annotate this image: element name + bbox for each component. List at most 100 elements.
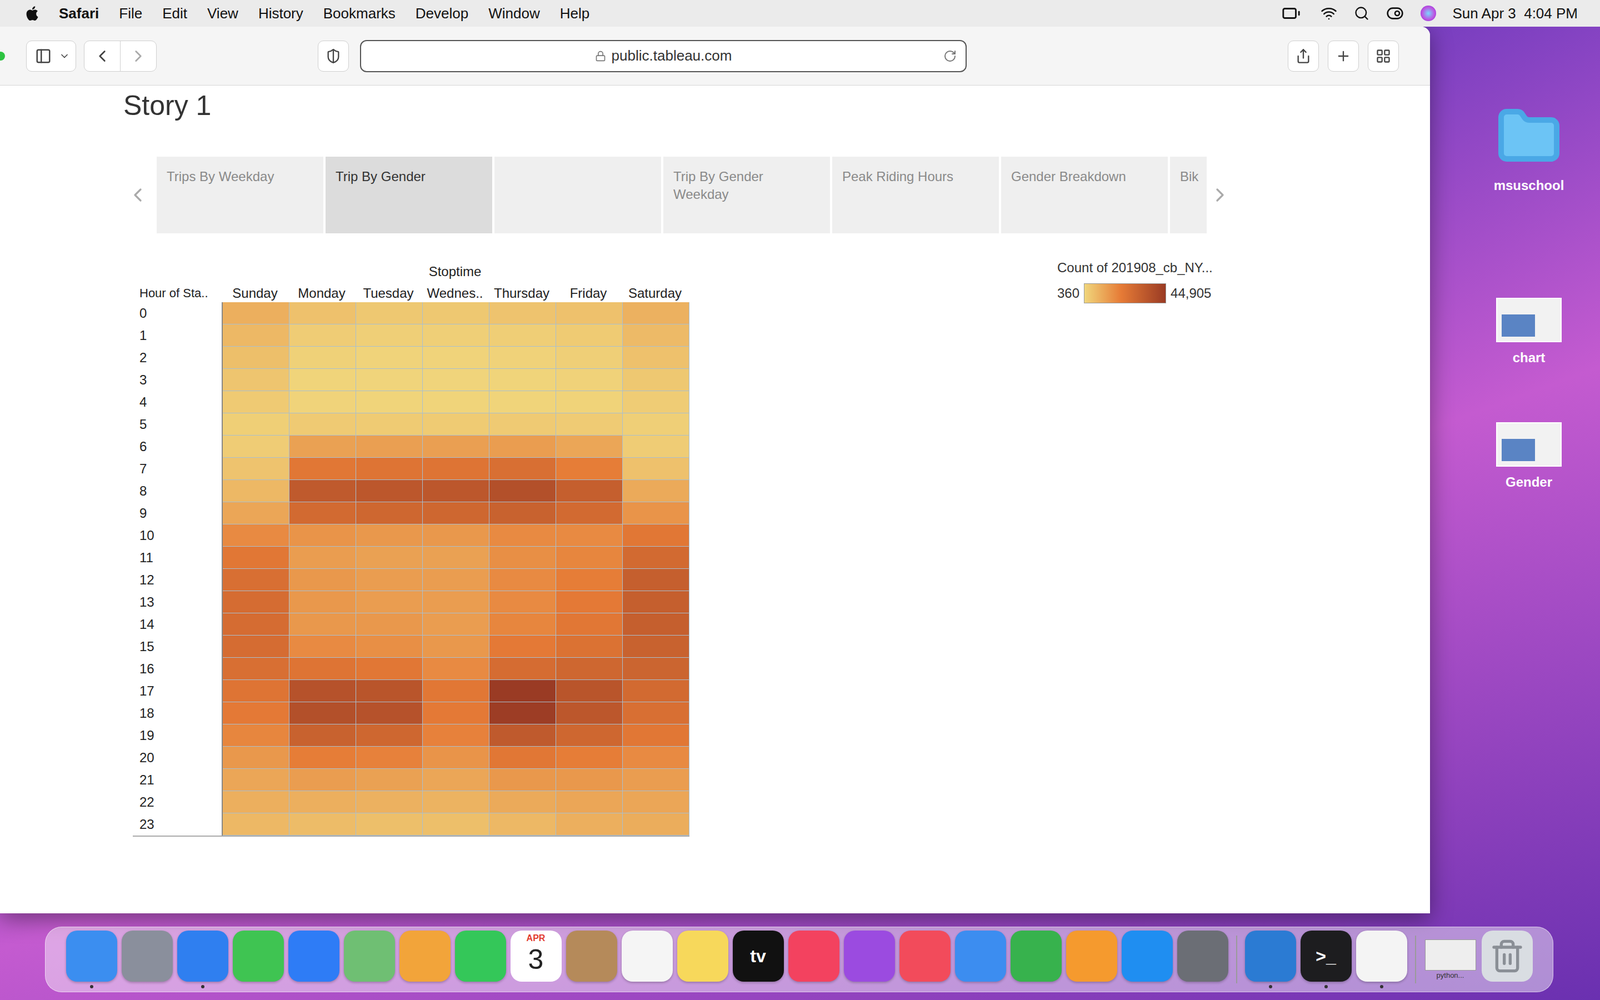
heatmap-cell[interactable] — [622, 635, 690, 658]
heatmap-cell[interactable] — [356, 435, 423, 458]
heatmap-cell[interactable] — [622, 435, 690, 458]
app-icon[interactable]: >_ — [1300, 930, 1352, 982]
app-icon[interactable] — [399, 930, 451, 982]
app-icon[interactable] — [288, 930, 340, 982]
heatmap-cell[interactable] — [222, 302, 290, 325]
clock[interactable]: Sun Apr 3 4:04 PM — [1452, 2, 1578, 25]
heatmap-cell[interactable] — [289, 591, 357, 614]
heatmap-cell[interactable] — [289, 524, 357, 547]
heatmap-cell[interactable] — [489, 680, 557, 703]
heatmap-cell[interactable] — [489, 391, 557, 414]
heatmap-cell[interactable] — [289, 324, 357, 347]
share-icon[interactable] — [1295, 48, 1312, 64]
heatmap-cell[interactable] — [356, 791, 423, 814]
heatmap-cell[interactable] — [289, 457, 357, 480]
reload-icon[interactable] — [943, 49, 957, 63]
heatmap-cell[interactable] — [489, 613, 557, 636]
heatmap-cell[interactable] — [556, 635, 623, 658]
heatmap-cell[interactable] — [422, 346, 490, 369]
heatmap-cell[interactable] — [356, 813, 423, 836]
heatmap-cell[interactable] — [556, 524, 623, 547]
heatmap-cell[interactable] — [489, 813, 557, 836]
heatmap-cell[interactable] — [422, 302, 490, 325]
heatmap-cell[interactable] — [356, 568, 423, 592]
apple-icon[interactable] — [24, 5, 39, 22]
story-point-tab[interactable]: Trip By Gender Weekday — [663, 156, 830, 234]
heatmap-cell[interactable] — [222, 702, 290, 725]
heatmap-cell[interactable] — [422, 702, 490, 725]
heatmap-cell[interactable] — [222, 613, 290, 636]
menu-item[interactable]: Bookmarks — [323, 2, 396, 25]
app-icon[interactable] — [788, 930, 840, 982]
app-icon[interactable]: tv — [732, 930, 784, 982]
heatmap-cell[interactable] — [356, 768, 423, 792]
heatmap-cell[interactable] — [356, 746, 423, 769]
heatmap-cell[interactable] — [622, 702, 690, 725]
app-icon[interactable] — [66, 930, 118, 982]
story-point-tab[interactable]: Gender Breakdown — [1001, 156, 1168, 234]
new-tab-icon[interactable] — [1335, 48, 1352, 64]
heatmap-cell[interactable] — [622, 791, 690, 814]
story-point-tab[interactable] — [494, 156, 662, 234]
heatmap-cell[interactable] — [489, 346, 557, 369]
heatmap-cell[interactable] — [289, 702, 357, 725]
app-icon[interactable] — [1356, 930, 1408, 982]
heatmap-cell[interactable] — [356, 391, 423, 414]
app-icon[interactable] — [955, 930, 1007, 982]
heatmap-cell[interactable] — [289, 502, 357, 525]
heatmap-cell[interactable] — [289, 768, 357, 792]
heatmap-cell[interactable] — [622, 413, 690, 436]
siri-icon[interactable] — [1420, 5, 1437, 22]
heatmap-cell[interactable] — [422, 502, 490, 525]
app-icon[interactable] — [1177, 930, 1229, 982]
heatmap-cell[interactable] — [622, 457, 690, 480]
heatmap-cell[interactable] — [289, 568, 357, 592]
menu-item[interactable]: File — [118, 2, 143, 25]
heatmap-cell[interactable] — [489, 568, 557, 592]
app-icon[interactable] — [1121, 930, 1173, 982]
heatmap-cell[interactable] — [422, 457, 490, 480]
calendar-app-icon[interactable]: APR3 — [510, 930, 562, 982]
app-menu[interactable]: Safari — [58, 2, 99, 25]
trash-icon[interactable] — [1481, 930, 1533, 982]
menu-item[interactable]: View — [207, 2, 239, 25]
story-point-tab[interactable]: Bik — [1170, 156, 1207, 234]
heatmap-cell[interactable] — [556, 346, 623, 369]
story-point-tab[interactable]: Trips By Weekday — [156, 156, 324, 234]
heatmap-cell[interactable] — [422, 324, 490, 347]
heatmap-cell[interactable] — [622, 568, 690, 592]
heatmap-cell[interactable] — [489, 635, 557, 658]
heatmap-cell[interactable] — [422, 657, 490, 680]
heatmap-cell[interactable] — [356, 591, 423, 614]
app-icon[interactable] — [232, 930, 284, 982]
next-story-icon[interactable] — [1208, 181, 1232, 209]
heatmap-cell[interactable] — [622, 502, 690, 525]
heatmap-cell[interactable] — [222, 457, 290, 480]
heatmap-cell[interactable] — [489, 724, 557, 747]
heatmap-cell[interactable] — [356, 480, 423, 503]
heatmap-cell[interactable] — [556, 680, 623, 703]
heatmap-cell[interactable] — [622, 746, 690, 769]
heatmap-cell[interactable] — [489, 457, 557, 480]
battery-icon[interactable] — [1278, 3, 1304, 23]
heatmap-cell[interactable] — [489, 413, 557, 436]
heatmap-cell[interactable] — [622, 346, 690, 369]
heatmap-cell[interactable] — [356, 635, 423, 658]
menu-item[interactable]: Develop — [415, 2, 469, 25]
heatmap-cell[interactable] — [222, 768, 290, 792]
heatmap-cell[interactable] — [222, 813, 290, 836]
heatmap-cell[interactable] — [622, 546, 690, 569]
menu-item[interactable]: Help — [560, 2, 590, 25]
heatmap-cell[interactable] — [489, 791, 557, 814]
heatmap-cell[interactable] — [289, 368, 357, 392]
heatmap-cell[interactable] — [556, 768, 623, 792]
app-icon[interactable] — [121, 930, 173, 982]
heatmap-cell[interactable] — [222, 635, 290, 658]
story-point-tab[interactable]: Peak Riding Hours — [832, 156, 999, 234]
heatmap-cell[interactable] — [289, 391, 357, 414]
heatmap-cell[interactable] — [356, 368, 423, 392]
app-icon[interactable] — [566, 930, 618, 982]
heatmap-cell[interactable] — [556, 791, 623, 814]
heatmap-cell[interactable] — [622, 391, 690, 414]
heatmap-cell[interactable] — [422, 724, 490, 747]
